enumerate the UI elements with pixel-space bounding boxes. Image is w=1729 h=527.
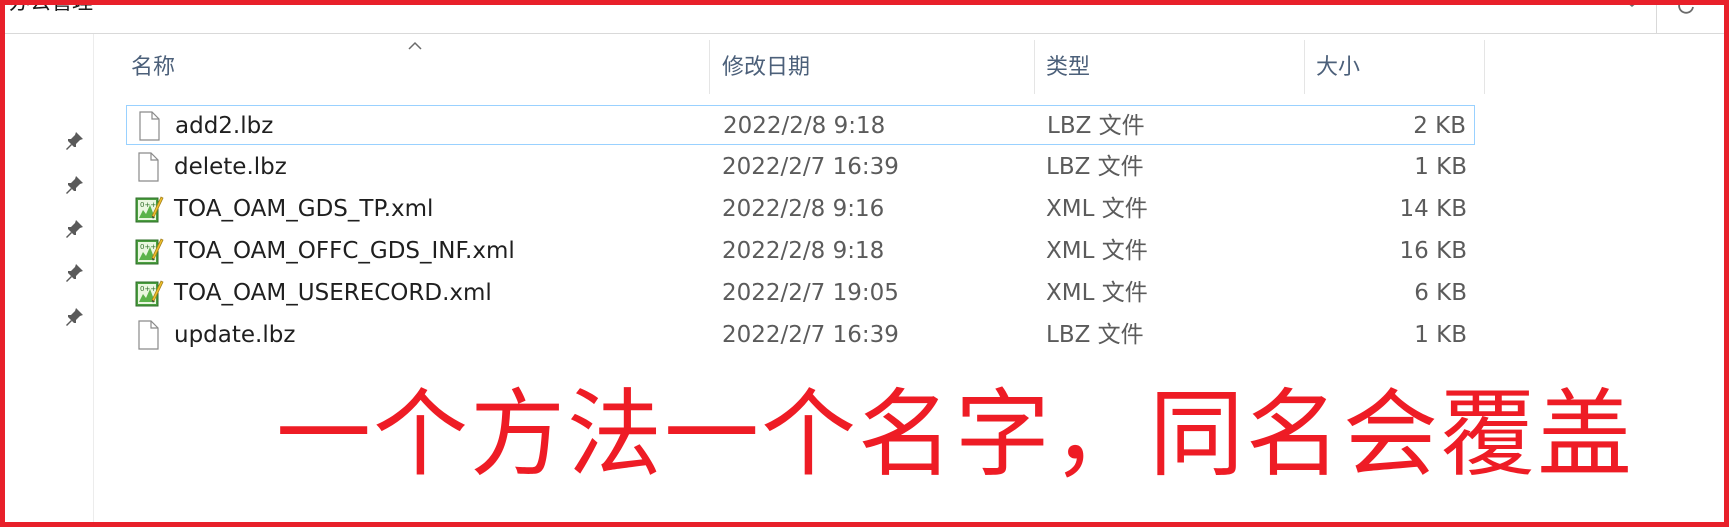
pin-icon[interactable] [63, 218, 85, 240]
file-type: LBZ 文件 [1047, 113, 1145, 139]
svg-text:0++: 0++ [140, 285, 156, 293]
file-date: 2022/2/7 19:05 [722, 280, 899, 306]
refresh-icon[interactable] [1673, 0, 1699, 16]
column-divider[interactable] [1304, 40, 1305, 94]
file-date: 2022/2/7 16:39 [722, 322, 899, 348]
file-type: XML 文件 [1046, 280, 1148, 306]
file-date: 2022/2/8 9:16 [722, 196, 885, 222]
file-size: 6 KB [1414, 280, 1467, 306]
file-date: 2022/2/8 9:18 [723, 113, 886, 139]
column-header-size[interactable]: 大小 [1306, 36, 1484, 99]
column-header-type[interactable]: 类型 [1036, 36, 1304, 99]
file-size: 1 KB [1414, 154, 1467, 180]
file-name[interactable]: TOA_OAM_GDS_TP.xml [174, 189, 433, 229]
file-name[interactable]: TOA_OAM_USERECORD.xml [174, 273, 492, 313]
xml-file-icon: 0++ [134, 236, 164, 266]
file-name[interactable]: delete.lbz [174, 147, 287, 187]
column-divider[interactable] [1034, 40, 1035, 94]
pin-icon[interactable] [63, 130, 85, 152]
file-date: 2022/2/8 9:18 [722, 238, 885, 264]
file-size: 2 KB [1413, 113, 1466, 139]
column-header-date[interactable]: 修改日期 [712, 36, 1034, 99]
column-divider[interactable] [1484, 40, 1485, 94]
file-type: XML 文件 [1046, 196, 1148, 222]
svg-text:0++: 0++ [140, 243, 156, 251]
file-row[interactable]: update.lbz 2022/2/7 16:39 LBZ 文件 1 KB [126, 315, 1475, 355]
file-date: 2022/2/7 16:39 [722, 154, 899, 180]
xml-file-icon: 0++ [134, 194, 164, 224]
address-bar[interactable]: 办公管理 [5, 0, 1724, 34]
pin-icon[interactable] [63, 262, 85, 284]
address-path[interactable]: 办公管理 [9, 0, 93, 16]
column-header-name[interactable]: 名称 [121, 36, 709, 99]
xml-file-icon: 0++ [134, 278, 164, 308]
pin-icon[interactable] [63, 174, 85, 196]
file-row[interactable]: add2.lbz 2022/2/8 9:18 LBZ 文件 2 KB [126, 105, 1475, 145]
svg-text:0++: 0++ [140, 201, 156, 209]
file-row[interactable]: 0++ TOA_OAM_GDS_TP.xml 2022/2/8 9:16 XML… [126, 189, 1475, 229]
file-size: 14 KB [1399, 196, 1467, 222]
address-divider [1656, 0, 1657, 33]
blank-file-icon [134, 320, 162, 350]
file-row[interactable]: delete.lbz 2022/2/7 16:39 LBZ 文件 1 KB [126, 147, 1475, 187]
blank-file-icon [134, 152, 162, 182]
navigation-pane [5, 34, 94, 522]
file-name[interactable]: add2.lbz [175, 106, 273, 146]
file-name[interactable]: TOA_OAM_OFFC_GDS_INF.xml [174, 231, 515, 271]
column-divider[interactable] [709, 40, 710, 94]
file-row[interactable]: 0++ TOA_OAM_OFFC_GDS_INF.xml 2022/2/8 9:… [126, 231, 1475, 271]
file-size: 1 KB [1414, 322, 1467, 348]
annotation-text: 一个方法一个名字，同名会覆盖 [276, 380, 1635, 490]
chevron-down-icon[interactable] [1617, 0, 1647, 20]
file-type: LBZ 文件 [1046, 154, 1144, 180]
file-type: XML 文件 [1046, 238, 1148, 264]
file-size: 16 KB [1399, 238, 1467, 264]
file-name[interactable]: update.lbz [174, 315, 295, 355]
pin-icon[interactable] [63, 306, 85, 328]
file-type: LBZ 文件 [1046, 322, 1144, 348]
file-row[interactable]: 0++ TOA_OAM_USERECORD.xml 2022/2/7 19:05… [126, 273, 1475, 313]
blank-file-icon [135, 111, 163, 141]
